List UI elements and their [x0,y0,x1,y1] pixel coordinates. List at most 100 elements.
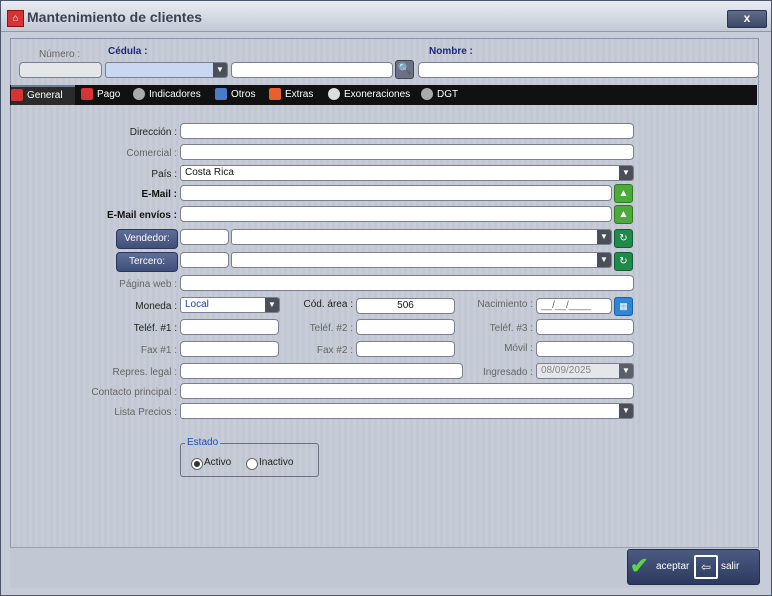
tab-indicadores[interactable]: Indicadores [133,85,201,105]
chevron-down-icon: ▼ [619,166,633,180]
pais-value: Costa Rica [185,167,234,178]
list-icon [215,88,227,101]
telef2-input[interactable] [356,319,455,335]
thumb-up-icon: ▲ [618,209,629,220]
chevron-down-icon: ▼ [619,364,633,378]
thumb-up-icon: ▲ [618,188,629,199]
telef3-label: Teléf. #3 : [489,323,533,334]
close-button[interactable]: x [727,10,767,28]
moneda-label: Moneda : [135,301,177,312]
direccion-label: Dirección : [129,127,177,138]
moneda-select[interactable]: Local ▼ [180,297,280,313]
chevron-down-icon: ▼ [597,230,611,244]
search-button[interactable]: 🔍 [395,60,414,79]
tercero-refresh-button[interactable]: ↻ [614,252,633,271]
contacto-principal-label: Contacto principal : [91,387,177,398]
cod-area-label: Cód. área : [303,299,353,310]
salir-button[interactable]: salir [721,561,739,572]
payment-icon [81,88,93,101]
window-title: Mantenimiento de clientes [27,9,203,25]
cedula-select[interactable]: ▼ [105,62,228,78]
search-icon: 🔍 [397,63,412,75]
tab-dgt[interactable]: DGT [421,85,458,105]
tercero-button[interactable]: Tercero: [116,252,178,272]
chevron-down-icon: ▼ [619,404,633,418]
pagina-web-label: Página web : [119,279,177,290]
inactivo-radio[interactable] [246,458,258,470]
fax1-label: Fax #1 : [140,345,177,356]
vendedor-code-input[interactable] [180,229,229,245]
comercial-label: Comercial : [126,148,177,159]
comercial-input[interactable] [180,144,634,160]
refresh-icon: ↻ [619,233,628,244]
pais-select[interactable]: Costa Rica ▼ [180,165,634,181]
moneda-value: Local [185,299,209,310]
client-maintenance-window: ⌂ Mantenimiento de clientes x Número : C… [0,0,772,596]
direccion-input[interactable] [180,123,634,139]
info-icon [328,88,340,101]
nombre-input[interactable] [418,62,759,78]
vendedor-refresh-button[interactable]: ↻ [614,229,633,248]
tab-pago[interactable]: Pago [81,85,120,105]
chevron-down-icon: ▼ [213,63,227,77]
chevron-down-icon: ▼ [265,298,279,312]
tab-otros[interactable]: Otros [215,85,255,105]
fax1-input[interactable] [180,341,279,357]
email-label: E-Mail : [141,189,177,200]
estado-legend: Estado [185,437,221,448]
movil-input[interactable] [536,341,634,357]
contacto-principal-input[interactable] [180,383,634,399]
tab-extras[interactable]: Extras [269,85,313,105]
calendar-icon: ▦ [619,301,628,311]
telef1-label: Teléf. #1 : [133,323,177,334]
vendedor-select[interactable]: ▼ [231,229,612,245]
inactivo-label: Inactivo [259,457,294,468]
repres-legal-input[interactable] [180,363,463,379]
pais-label: País : [151,169,177,180]
ingresado-value: 08/09/2025 [541,365,592,376]
telef2-label: Teléf. #2 : [309,323,353,334]
email-envios-label: E-Mail envíos : [106,210,177,221]
cod-area-input[interactable]: 506 [356,298,455,314]
refresh-icon: ↻ [619,256,628,267]
store-icon [11,89,23,102]
gear-icon [421,88,433,101]
ingresado-label: Ingresado : [482,367,533,378]
tercero-select[interactable]: ▼ [231,252,612,268]
check-icon: ✔ [630,553,649,578]
cedula-label: Cédula : [108,46,148,57]
gear-icon [133,88,145,101]
email-envios-input[interactable] [180,206,612,222]
cedula-input[interactable] [231,62,393,78]
tab-exoneraciones[interactable]: Exoneraciones [328,85,410,105]
fax2-input[interactable] [356,341,455,357]
lista-precios-select[interactable]: ▼ [180,403,634,419]
activo-radio[interactable] [191,458,203,470]
pagina-web-input[interactable] [180,275,634,291]
nacimiento-input[interactable]: __/__/____ [536,298,612,314]
numero-input[interactable] [19,62,102,78]
calendar-button[interactable]: ▦ [614,297,633,316]
email-envios-send-button[interactable]: ▲ [614,205,633,224]
email-send-button[interactable]: ▲ [614,184,633,203]
telef3-input[interactable] [536,319,634,335]
form-panel [10,38,759,548]
footer-actions: ✔ aceptar ⇦ salir [627,549,760,585]
nacimiento-label: Nacimiento : [477,299,533,310]
fax2-label: Fax #2 : [316,345,353,356]
repres-legal-label: Repres. legal : [112,367,177,378]
title-bar: ⌂ Mantenimiento de clientes x [1,1,771,32]
aceptar-button[interactable]: aceptar [656,561,689,572]
activo-label: Activo [204,457,232,468]
tercero-code-input[interactable] [180,252,229,268]
exit-icon[interactable]: ⇦ [694,555,718,579]
telef1-input[interactable] [180,319,279,335]
tab-general[interactable]: General [11,85,75,105]
nombre-label: Nombre : [429,46,473,57]
extras-icon [269,88,281,101]
numero-label: Número : [39,49,81,60]
vendedor-button[interactable]: Vendedor: [116,229,178,249]
app-icon: ⌂ [7,10,24,27]
email-input[interactable] [180,185,612,201]
lista-precios-label: Lista Precios : [114,407,177,418]
